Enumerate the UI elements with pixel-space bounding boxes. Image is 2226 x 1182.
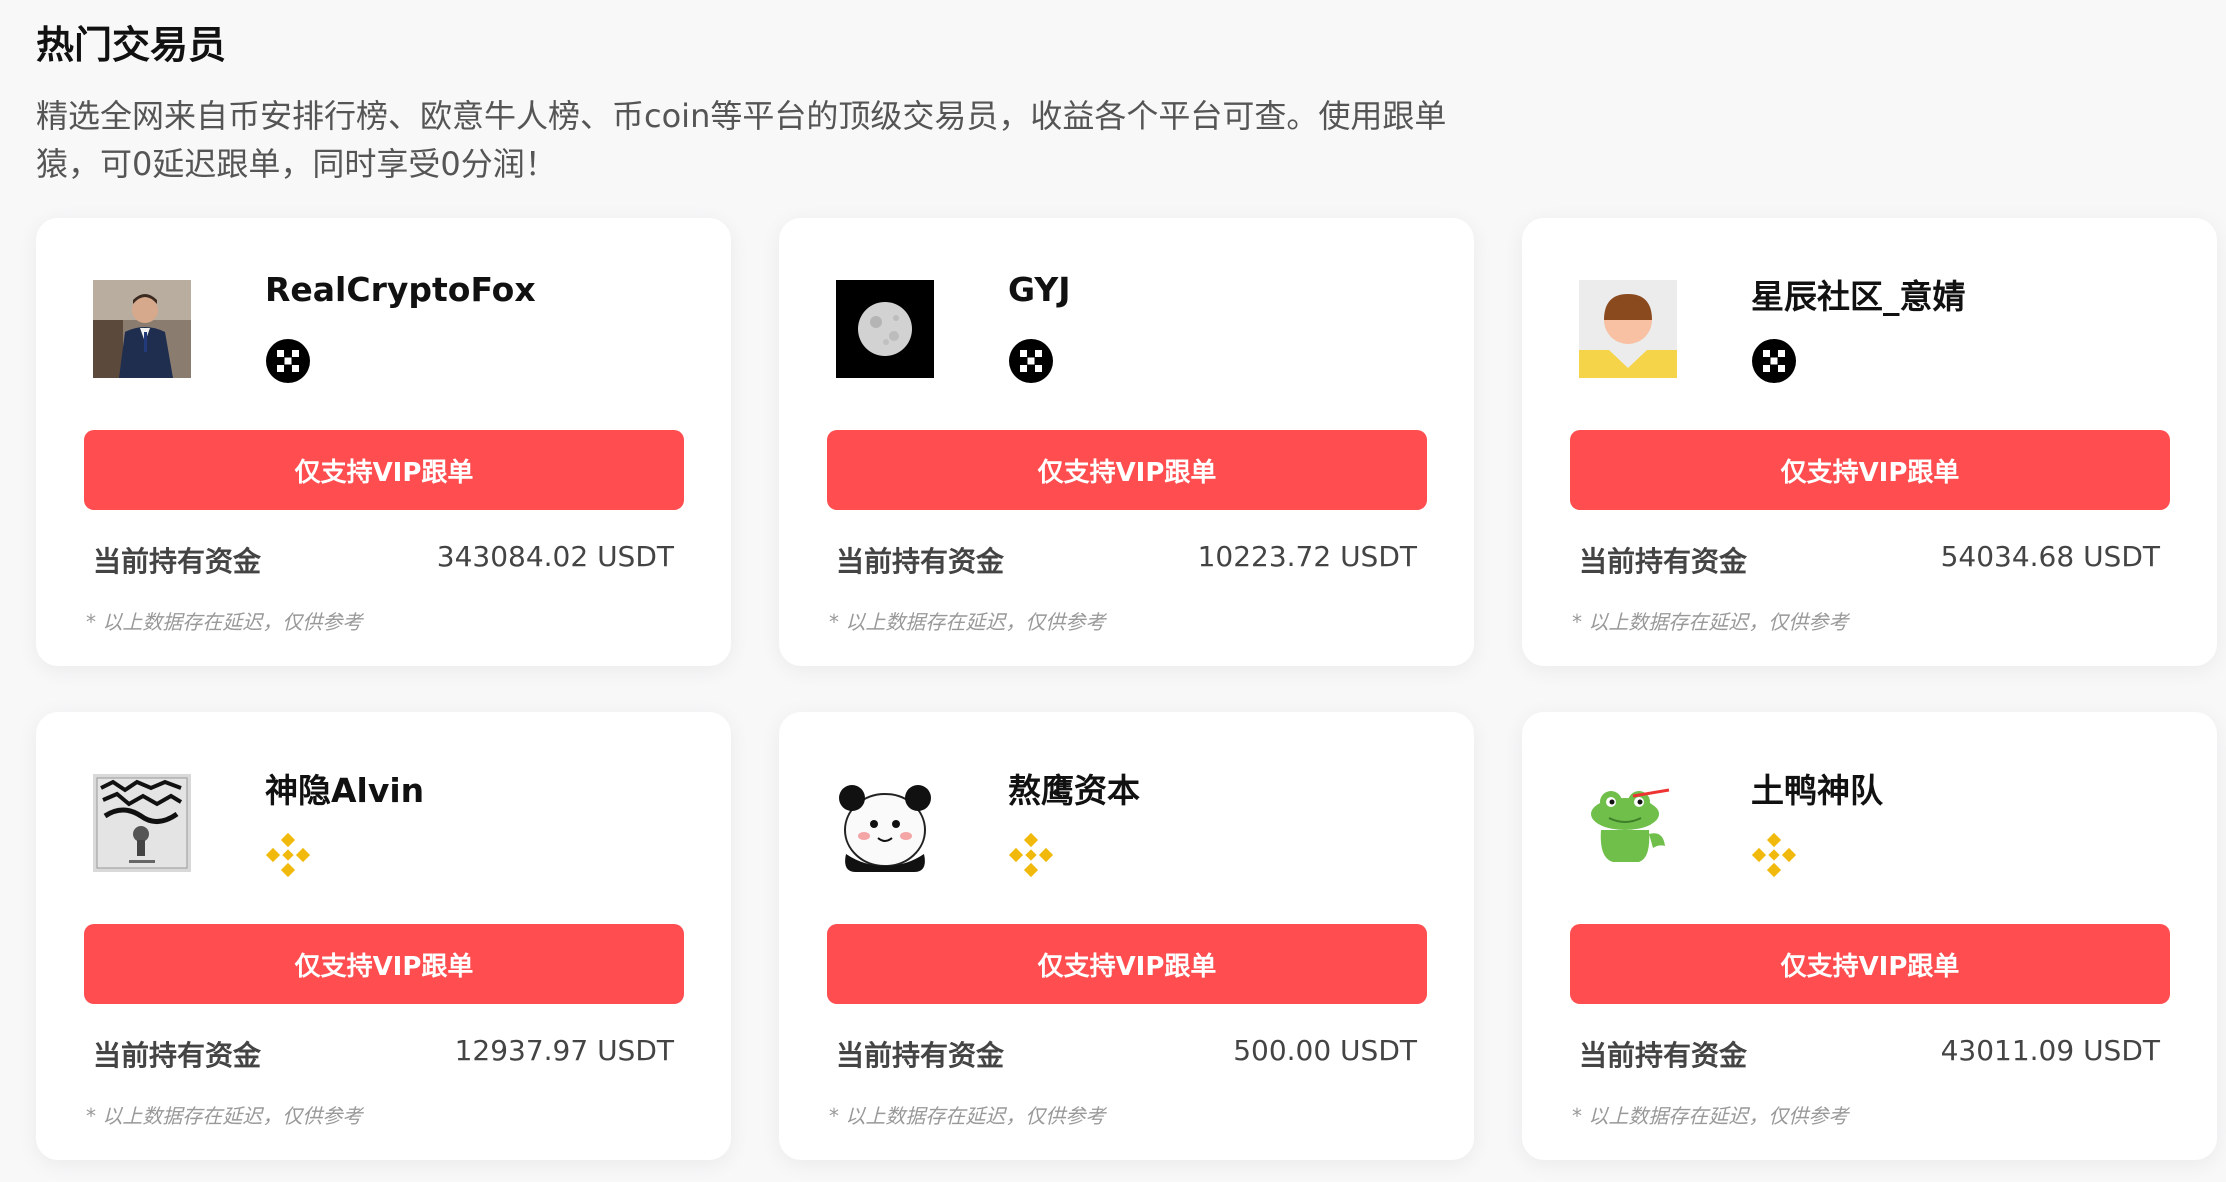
fund-value: 43011.09 USDT (1940, 1034, 2160, 1067)
vip-follow-button[interactable]: 仅支持VIP跟单 (84, 924, 684, 1004)
moon-photo-icon (836, 280, 934, 378)
page-description: 精选全网来自币安排行榜、欧意牛人榜、币coin等平台的顶级交易员，收益各个平台可… (36, 97, 1447, 183)
disclaimer-text: * 以上数据存在延迟，仅供参考 (86, 1104, 363, 1128)
vip-follow-button[interactable]: 仅支持VIP跟单 (827, 924, 1427, 1004)
trader-card: 神隐Alvin 仅支持VIP跟单 当前持有资金 12937.97 USDT * … (36, 712, 731, 1160)
trader-avatar (1579, 774, 1677, 872)
trader-card: GYJ 仅支持VIP跟单 当前持有资金 10223.72 USDT * 以上数据… (779, 218, 1474, 666)
vip-follow-button[interactable]: 仅支持VIP跟单 (827, 430, 1427, 510)
disclaimer-text: * 以上数据存在延迟，仅供参考 (86, 610, 363, 634)
okx-icon (265, 338, 311, 384)
trader-card: RealCryptoFox 仅支持VIP跟单 当前持有资金 343084.02 … (36, 218, 731, 666)
fund-value: 12937.97 USDT (454, 1034, 674, 1067)
trader-avatar (836, 774, 934, 872)
page-title: 热门交易员 (36, 23, 227, 67)
trader-card: 土鸭神队 仅支持VIP跟单 当前持有资金 43011.09 USDT * 以上数… (1522, 712, 2217, 1160)
fund-label: 当前持有资金 (93, 1039, 262, 1072)
trader-avatar (836, 280, 934, 378)
fund-value: 10223.72 USDT (1197, 540, 1417, 573)
default-avatar-icon (1579, 280, 1677, 378)
fund-value: 343084.02 USDT (436, 540, 674, 573)
trader-avatar (93, 774, 191, 872)
disclaimer-text: * 以上数据存在延迟，仅供参考 (829, 610, 1106, 634)
binance-icon (265, 832, 311, 878)
vip-follow-button[interactable]: 仅支持VIP跟单 (84, 430, 684, 510)
album-cover-icon (93, 774, 191, 872)
trader-grid: RealCryptoFox 仅支持VIP跟单 当前持有资金 343084.02 … (36, 218, 2217, 1160)
trader-name: 土鸭神队 (1751, 771, 1883, 810)
vip-follow-button[interactable]: 仅支持VIP跟单 (1570, 430, 2170, 510)
green-frog-cartoon-icon (1579, 774, 1677, 872)
fund-value: 500.00 USDT (1233, 1034, 1417, 1067)
trader-card: 星辰社区_意婧 仅支持VIP跟单 当前持有资金 54034.68 USDT * … (1522, 218, 2217, 666)
okx-icon (1751, 338, 1797, 384)
fund-value: 54034.68 USDT (1940, 540, 2160, 573)
trader-name: GYJ (1008, 270, 1071, 309)
fund-label: 当前持有资金 (836, 1039, 1005, 1072)
disclaimer-text: * 以上数据存在延迟，仅供参考 (829, 1104, 1106, 1128)
hot-traders-page: 热门交易员 精选全网来自币安排行榜、欧意牛人榜、币coin等平台的顶级交易员，收… (0, 0, 2226, 1182)
okx-icon (1008, 338, 1054, 384)
fund-label: 当前持有资金 (836, 545, 1005, 578)
fund-label: 当前持有资金 (1579, 545, 1748, 578)
suited-man-photo-icon (93, 280, 191, 378)
trader-avatar (93, 280, 191, 378)
disclaimer-text: * 以上数据存在延迟，仅供参考 (1572, 1104, 1849, 1128)
panda-meme-icon (836, 774, 934, 872)
fund-label: 当前持有资金 (1579, 1039, 1748, 1072)
trader-avatar (1579, 280, 1677, 378)
trader-name: RealCryptoFox (265, 270, 536, 309)
disclaimer-text: * 以上数据存在延迟，仅供参考 (1572, 610, 1849, 634)
trader-card: 熬鹰资本 仅支持VIP跟单 当前持有资金 500.00 USDT * 以上数据存… (779, 712, 1474, 1160)
trader-name: 熬鹰资本 (1008, 771, 1140, 810)
vip-follow-button[interactable]: 仅支持VIP跟单 (1570, 924, 2170, 1004)
trader-name: 星辰社区_意婧 (1751, 277, 1966, 316)
trader-name: 神隐Alvin (265, 771, 425, 810)
binance-icon (1008, 832, 1054, 878)
binance-icon (1751, 832, 1797, 878)
fund-label: 当前持有资金 (93, 545, 262, 578)
